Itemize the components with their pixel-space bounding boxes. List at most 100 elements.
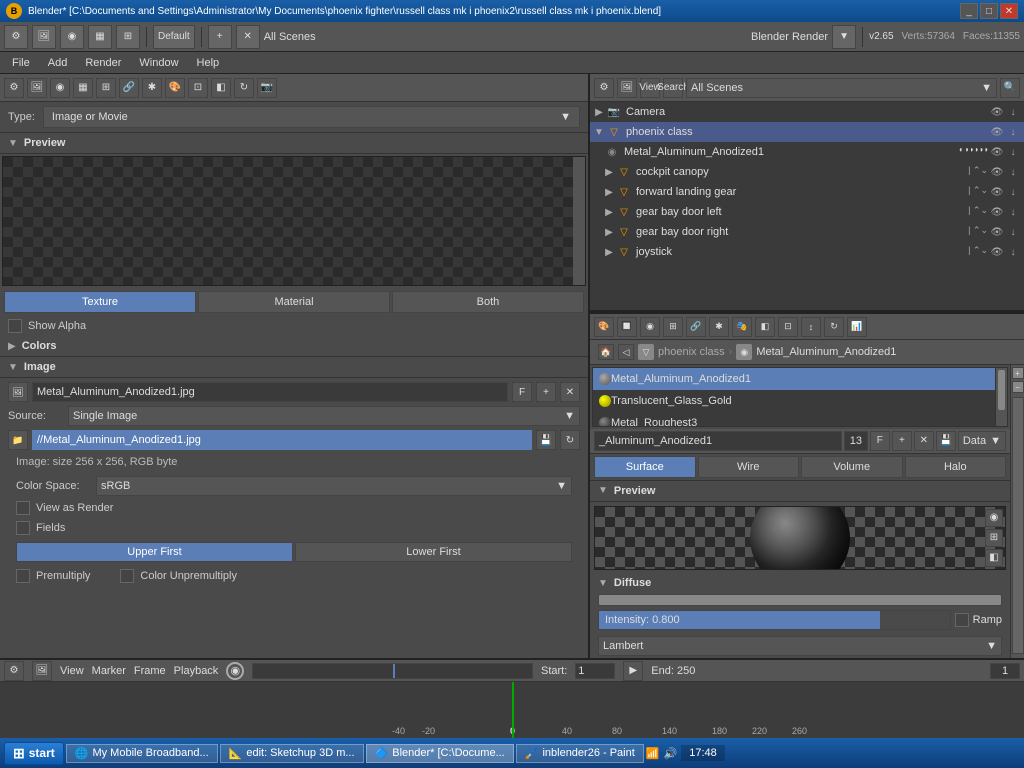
tab-surface[interactable]: Surface: [594, 456, 696, 478]
tree-phoenix-class[interactable]: ▼ ▽ phoenix class 👁 ↓: [590, 122, 1024, 142]
tree-joystick[interactable]: ▶ ▽ joystick | ⌃⌄ 👁 ↓: [602, 242, 1024, 262]
props-tool-10[interactable]: ↕: [801, 317, 821, 337]
cockpit-vis[interactable]: 👁: [990, 165, 1004, 179]
tab-material[interactable]: Material: [198, 291, 390, 313]
tree-metal-aluminum[interactable]: ◉ Metal_Aluminum_Anodized1 ◐◑◑◑◑◑ 👁 ↓: [602, 142, 1024, 162]
breadcrumb-home[interactable]: 🏠: [598, 344, 614, 360]
path-field[interactable]: //Metal_Aluminum_Anodized1.jpg: [32, 430, 532, 450]
mat-save-btn[interactable]: 💾: [936, 431, 956, 451]
mat-name-field[interactable]: _Aluminum_Anodized1: [594, 431, 842, 451]
tool-icon-4[interactable]: ▦: [88, 25, 112, 49]
del-scene-btn[interactable]: ✕: [236, 25, 260, 49]
lp-tool-2[interactable]: 🖼: [27, 78, 47, 98]
image-f-btn[interactable]: F: [512, 382, 532, 402]
tab-volume[interactable]: Volume: [801, 456, 903, 478]
props-tool-12[interactable]: 📊: [847, 317, 867, 337]
menu-render[interactable]: Render: [77, 55, 129, 71]
joystick-vis2[interactable]: ↓: [1006, 245, 1020, 259]
tool-icon-2[interactable]: 🖼: [32, 25, 56, 49]
close-button[interactable]: ✕: [1000, 3, 1018, 19]
menu-add[interactable]: Add: [40, 55, 76, 71]
gear-vis2[interactable]: ↓: [1006, 185, 1020, 199]
metal-vis2[interactable]: ↓: [1006, 145, 1020, 159]
color-unpremultiply-checkbox[interactable]: [120, 569, 134, 583]
props-tool-8[interactable]: ◧: [755, 317, 775, 337]
material-item-2[interactable]: Metal_Roughest3: [593, 412, 1007, 427]
material-list-scrollbar[interactable]: [995, 368, 1007, 426]
data-select[interactable]: Data ▼: [958, 431, 1006, 451]
colorspace-select[interactable]: sRGB ▼: [96, 476, 572, 496]
bay-right-vis[interactable]: 👁: [990, 225, 1004, 239]
gear-vis[interactable]: 👁: [990, 185, 1004, 199]
lp-tool-7[interactable]: ✱: [142, 78, 162, 98]
taskbar-item-1[interactable]: 📐 edit: Sketchup 3D m...: [220, 744, 364, 763]
diffuse-header[interactable]: ▼ Diffuse: [590, 574, 1010, 592]
search-icon[interactable]: 🔍: [1000, 78, 1020, 98]
props-tool-2[interactable]: 🔲: [617, 317, 637, 337]
props-tool-5[interactable]: 🔗: [686, 317, 706, 337]
tree-gear-bay-left[interactable]: ▶ ▽ gear bay door left | ⌃⌄ 👁 ↓: [602, 202, 1024, 222]
menu-window[interactable]: Window: [131, 55, 186, 71]
props-tool-6[interactable]: ✱: [709, 317, 729, 337]
material-item-0[interactable]: Metal_Aluminum_Anodized1: [593, 368, 1007, 390]
phoenix-vis-1[interactable]: 👁: [990, 125, 1004, 139]
lp-tool-4[interactable]: ▦: [73, 78, 93, 98]
engine-select[interactable]: ▼: [832, 25, 856, 49]
menu-file[interactable]: File: [4, 55, 38, 71]
rp-search-btn[interactable]: Search: [663, 78, 683, 98]
taskbar-item-0[interactable]: 🌐 My Mobile Broadband...: [66, 744, 218, 763]
maximize-button[interactable]: □: [980, 3, 998, 19]
path-save-btn[interactable]: 💾: [536, 430, 556, 450]
preview-icon-4[interactable]: ⊡: [985, 569, 1003, 571]
tl-frame-btn[interactable]: Frame: [134, 665, 166, 677]
scene-select[interactable]: Default: [153, 25, 195, 49]
lp-tool-5[interactable]: ⊞: [96, 78, 116, 98]
scenes-select[interactable]: All Scenes ▼: [686, 78, 997, 98]
cockpit-vis2[interactable]: ↓: [1006, 165, 1020, 179]
lp-tool-10[interactable]: ◧: [211, 78, 231, 98]
mat-plus-btn[interactable]: +: [892, 431, 912, 451]
rp-tool-2[interactable]: 🖼: [617, 78, 637, 98]
props-tool-7[interactable]: 🎭: [732, 317, 752, 337]
tool-icon-3[interactable]: ◉: [60, 25, 84, 49]
intensity-slider[interactable]: Intensity: 0.800: [598, 610, 951, 630]
props-tool-3[interactable]: ◉: [640, 317, 660, 337]
image-add-btn[interactable]: +: [536, 382, 556, 402]
tab-wire[interactable]: Wire: [698, 456, 800, 478]
start-field[interactable]: [575, 663, 615, 679]
lower-first-btn[interactable]: Lower First: [295, 542, 572, 562]
scroll-track[interactable]: [1012, 397, 1024, 654]
mat-x-btn[interactable]: ✕: [914, 431, 934, 451]
tree-landing-gear[interactable]: ▶ ▽ forward landing gear | ⌃⌄ 👁 ↓: [602, 182, 1024, 202]
upper-first-btn[interactable]: Upper First: [16, 542, 293, 562]
tl-tool-1[interactable]: ⚙: [4, 661, 24, 681]
scroll-plus[interactable]: +: [1012, 367, 1024, 379]
tab-texture[interactable]: Texture: [4, 291, 196, 313]
tl-view-btn[interactable]: View: [60, 665, 84, 677]
lp-tool-9[interactable]: ⊡: [188, 78, 208, 98]
tree-cockpit[interactable]: ▶ ▽ cockpit canopy | ⌃⌄ 👁 ↓: [602, 162, 1024, 182]
tab-halo[interactable]: Halo: [905, 456, 1007, 478]
path-reload-btn[interactable]: ↻: [560, 430, 580, 450]
premultiply-checkbox[interactable]: [16, 569, 30, 583]
show-alpha-checkbox[interactable]: [8, 319, 22, 333]
props-tool-11[interactable]: ↻: [824, 317, 844, 337]
tl-tool-2[interactable]: 🖼: [32, 661, 52, 681]
colors-header[interactable]: ▶ Colors: [0, 336, 588, 357]
tree-gear-bay-right[interactable]: ▶ ▽ gear bay door right | ⌃⌄ 👁 ↓: [602, 222, 1024, 242]
preview-icon-1[interactable]: ◉: [985, 509, 1003, 527]
tl-circle-btn[interactable]: ◉: [226, 662, 244, 680]
mat-f-btn[interactable]: F: [870, 431, 890, 451]
bay-right-vis2[interactable]: ↓: [1006, 225, 1020, 239]
ramp-checkbox[interactable]: [955, 613, 969, 627]
material-item-1[interactable]: Translucent_Glass_Gold: [593, 390, 1007, 412]
preview-header[interactable]: ▼ Preview: [0, 133, 588, 154]
metal-vis[interactable]: 👁: [990, 145, 1004, 159]
props-tool-9[interactable]: ⊡: [778, 317, 798, 337]
menu-help[interactable]: Help: [189, 55, 228, 71]
props-tool-1[interactable]: 🎨: [594, 317, 614, 337]
tree-camera[interactable]: ▶ 📷 Camera 👁 ↓: [590, 102, 1024, 122]
lp-tool-12[interactable]: 📷: [257, 78, 277, 98]
tl-playback-btn[interactable]: Playback: [174, 665, 219, 677]
joystick-vis[interactable]: 👁: [990, 245, 1004, 259]
